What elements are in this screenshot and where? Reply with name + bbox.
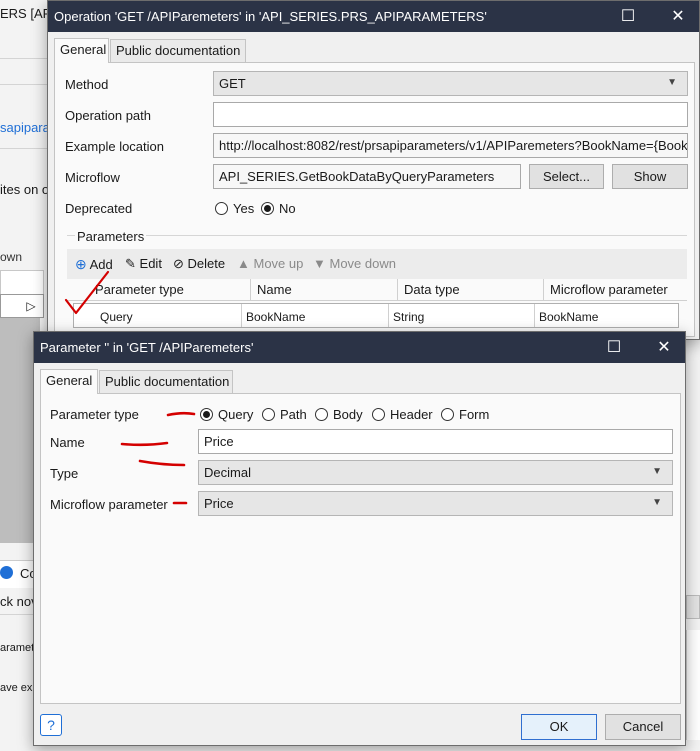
add-label: Add (89, 257, 113, 272)
pencil-icon: ✎ (125, 256, 136, 271)
background-button[interactable] (686, 595, 700, 619)
operation-dialog-titlebar: Operation 'GET /APIParemeters' in 'API_S… (48, 1, 699, 32)
deprecated-yes-radio[interactable] (215, 202, 228, 215)
tab-general[interactable]: General (54, 38, 109, 63)
operation-general-panel: Method GET ▼ Operation path Example loca… (54, 62, 695, 337)
parameter-dialog: Parameter '' in 'GET /APIParemeters' ☐ ✕… (33, 331, 686, 746)
show-microflow-button[interactable]: Show (612, 164, 688, 189)
add-parameter-button[interactable]: ⊕ Add (75, 256, 113, 273)
background-text: own (0, 250, 23, 264)
microflow-parameter-label: Microflow parameter (50, 497, 168, 512)
parameter-type-label: Parameter type (50, 407, 139, 422)
cell-data-type: String (389, 304, 535, 327)
dialog-title: Parameter '' in 'GET /APIParemeters' (40, 340, 254, 355)
microflow-parameter-value: Price (204, 496, 234, 511)
parameters-toolbar: ⊕ Add ✎ Edit ⊘ Delete ▲ Move up ▼ Move d… (67, 249, 687, 279)
parameter-general-panel: Parameter type Query Path Body Header Fo… (40, 393, 681, 704)
delete-parameter-button[interactable]: ⊘ Delete (173, 256, 225, 272)
maximize-icon[interactable]: ☐ (597, 332, 631, 363)
parameter-type-header-radio[interactable] (372, 408, 385, 421)
parameter-type-header-label[interactable]: Header (390, 407, 433, 422)
method-value: GET (219, 76, 246, 91)
parameter-type-body-radio[interactable] (315, 408, 328, 421)
chevron-down-icon: ▼ (667, 77, 677, 88)
play-icon[interactable]: ▷ (20, 294, 42, 318)
example-location-label: Example location (65, 139, 164, 154)
background-panel (686, 630, 700, 740)
parameters-group-label: Parameters (75, 229, 147, 244)
delete-icon: ⊘ (173, 256, 184, 271)
column-header[interactable]: Data type (398, 279, 544, 300)
triangle-down-icon: ▼ (313, 256, 326, 271)
column-header[interactable]: Parameter type (89, 279, 251, 300)
column-header[interactable]: Name (251, 279, 398, 300)
parameter-type-query-label[interactable]: Query (218, 407, 253, 422)
question-circle-icon[interactable]: ? (40, 714, 62, 736)
parameter-type-path-radio[interactable] (262, 408, 275, 421)
cancel-button[interactable]: Cancel (605, 714, 681, 740)
edit-label: Edit (139, 256, 162, 271)
column-header[interactable]: Microflow parameter (544, 279, 687, 300)
deprecated-label: Deprecated (65, 201, 133, 216)
deprecated-yes-label[interactable]: Yes (233, 201, 254, 216)
close-icon[interactable]: ✕ (661, 1, 695, 32)
move-down-label: Move down (329, 256, 396, 271)
microflow-label: Microflow (65, 170, 120, 185)
parameter-type-body-label[interactable]: Body (333, 407, 363, 422)
plus-circle-icon: ⊕ (75, 256, 87, 272)
parameter-type-query-radio[interactable] (200, 408, 213, 421)
cell-parameter-type: Query (96, 304, 242, 327)
move-down-button[interactable]: ▼ Move down (313, 256, 396, 271)
parameter-type-path-label[interactable]: Path (280, 407, 307, 422)
example-location-field[interactable]: http://localhost:8082/rest/prsapiparamet… (213, 133, 688, 158)
operation-dialog: Operation 'GET /APIParemeters' in 'API_S… (47, 0, 700, 340)
move-up-label: Move up (253, 256, 304, 271)
triangle-up-icon: ▲ (237, 256, 250, 271)
delete-label: Delete (187, 256, 226, 271)
parameter-type-form-radio[interactable] (441, 408, 454, 421)
operation-path-label: Operation path (65, 108, 152, 123)
operation-path-input[interactable] (213, 102, 688, 127)
background-text: ck nov (0, 594, 38, 609)
info-icon (0, 566, 13, 579)
name-label: Name (50, 435, 85, 450)
deprecated-no-radio[interactable] (261, 202, 274, 215)
type-value: Decimal (204, 465, 251, 480)
edit-parameter-button[interactable]: ✎ Edit (125, 256, 162, 272)
parameter-type-form-label[interactable]: Form (459, 407, 489, 422)
background-box (0, 270, 44, 296)
ok-button[interactable]: OK (521, 714, 597, 740)
background-text: ites on o (0, 182, 50, 197)
chevron-down-icon: ▼ (652, 466, 662, 477)
move-up-button[interactable]: ▲ Move up (237, 256, 303, 271)
dialog-title: Operation 'GET /APIParemeters' in 'API_S… (54, 9, 487, 24)
method-label: Method (65, 77, 109, 92)
type-select[interactable]: Decimal ▼ (198, 460, 673, 485)
tab-general[interactable]: General (40, 369, 98, 394)
maximize-icon[interactable]: ☐ (611, 1, 645, 32)
microflow-parameter-select[interactable]: Price ▼ (198, 491, 673, 516)
tab-public-documentation[interactable]: Public documentation (99, 370, 233, 393)
name-input[interactable]: Price (198, 429, 673, 454)
parameter-dialog-titlebar: Parameter '' in 'GET /APIParemeters' ☐ ✕ (34, 332, 685, 363)
background-text: ave ex (0, 682, 33, 694)
method-select[interactable]: GET ▼ (213, 71, 688, 96)
type-label: Type (50, 466, 79, 481)
cell-name: BookName (242, 304, 389, 327)
chevron-down-icon: ▼ (652, 497, 662, 508)
microflow-field[interactable]: API_SERIES.GetBookDataByQueryParameters (213, 164, 521, 189)
select-microflow-button[interactable]: Select... (529, 164, 604, 189)
table-row[interactable]: Query BookName String BookName (73, 303, 679, 328)
cell-microflow-parameter: BookName (539, 310, 599, 324)
deprecated-no-label[interactable]: No (279, 201, 296, 216)
close-icon[interactable]: ✕ (647, 332, 681, 363)
parameters-grid-header: Parameter type Name Data type Microflow … (67, 279, 687, 301)
tab-public-documentation[interactable]: Public documentation (110, 39, 246, 62)
